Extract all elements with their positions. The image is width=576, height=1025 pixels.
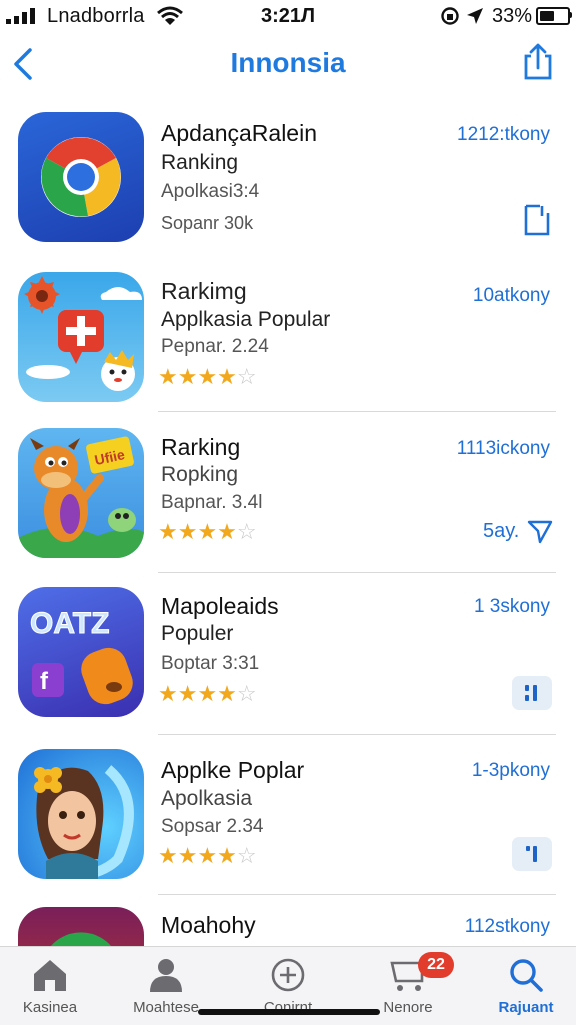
app-name: Moahohy [161, 912, 256, 938]
tab-label: Rajuant [498, 999, 554, 1016]
divider [158, 411, 556, 412]
game-app-icon[interactable] [18, 272, 144, 402]
app-name: Mapoleaids [161, 593, 279, 619]
tab-label: Kasinea [22, 999, 78, 1016]
location-icon [467, 8, 483, 24]
wifi-icon [157, 6, 183, 25]
divider [158, 734, 556, 735]
app-meta: Bapnar. 3.4l [161, 492, 263, 513]
divider [158, 894, 556, 895]
home-indicator[interactable] [198, 1009, 380, 1015]
browser-app-icon[interactable] [18, 907, 144, 946]
plus-circle-icon [271, 958, 305, 992]
app-category: Populer [161, 622, 234, 645]
grid-button[interactable] [512, 676, 552, 710]
star-rating: ★★★★☆ [158, 364, 257, 389]
list-item[interactable]: Moahohy 112stkony [0, 898, 576, 946]
grid-button[interactable] [512, 837, 552, 871]
search-icon [510, 959, 543, 992]
app-category: Apolkasia [161, 787, 253, 810]
app-meta: Boptar 3:31 [161, 653, 260, 674]
send-icon[interactable] [526, 518, 554, 544]
battery-icon [536, 7, 570, 25]
app-count: 1 3skony [473, 596, 550, 617]
game-app-icon[interactable] [18, 749, 144, 879]
app-meta-secondary: Sopanr 30k [161, 213, 254, 233]
star-rating: ★★★★☆ [158, 681, 257, 706]
navigation-bar: Innonsia [0, 34, 576, 94]
list-item[interactable]: Applke Poplar Apolkasia Sopsar 2.34 ★★★★… [0, 740, 576, 900]
game-app-icon[interactable]: Ufiie [18, 428, 144, 558]
carrier-name: Lnadborrla [47, 5, 145, 27]
signal-icon [6, 8, 35, 24]
app-count: 10atkony [472, 285, 550, 306]
share-icon[interactable] [520, 42, 556, 82]
action-label[interactable]: 5ay. [483, 520, 519, 543]
star-rating: ★★★★☆ [158, 843, 257, 868]
app-count: 1-3pkony [471, 760, 550, 781]
app-meta: Sopsar 2.34 [161, 816, 264, 837]
bookmark-icon[interactable] [522, 203, 552, 237]
app-count: 112stkony [464, 916, 550, 937]
battery-percent: 33% [492, 5, 533, 27]
divider [158, 256, 556, 257]
list-item[interactable]: Rarkimg Applkasia Popular Pepnar. 2.24 ★… [0, 260, 576, 420]
app-count: 1212:tkony [457, 124, 550, 145]
tab-home[interactable]: Kasinea [0, 947, 100, 1025]
notification-badge: 22 [418, 952, 454, 978]
app-name: Applke Poplar [161, 757, 305, 783]
person-icon [150, 959, 182, 992]
page-title: Innonsia [230, 47, 346, 78]
app-meta: Apolkasi3:4 [161, 181, 260, 202]
chrome-app-icon[interactable] [18, 112, 144, 242]
app-logo-letter: f [40, 668, 49, 695]
home-icon [34, 960, 66, 991]
divider [158, 572, 556, 573]
tab-search[interactable]: Rajuant [476, 947, 576, 1025]
game-app-icon[interactable]: OATZ f [18, 587, 144, 717]
list-item[interactable]: ApdançaRalein Ranking Apolkasi3:4 Sopanr… [0, 100, 576, 260]
app-category: Ropking [161, 463, 239, 486]
battery-tip [569, 12, 572, 18]
chevron-left-icon[interactable] [8, 44, 38, 84]
app-meta: Pepnar. 2.24 [161, 336, 269, 357]
app-category: Ranking [161, 151, 239, 174]
star-rating: ★★★★☆ [158, 519, 257, 544]
status-bar: Lnadborrla 3:21Л 33% [0, 0, 576, 34]
app-name: ApdançaRalein [161, 120, 318, 146]
app-name: Rarking [161, 434, 241, 460]
app-count: 1113ickony [456, 438, 550, 459]
orientation-lock-icon [441, 7, 459, 25]
app-category: Applkasia Popular [161, 308, 331, 331]
app-name: Rarkimg [161, 278, 247, 304]
list-item[interactable]: OATZ f Mapoleaids Populer Boptar 3:31 ★★… [0, 578, 576, 738]
app-logo-text: OATZ [30, 607, 109, 640]
list-item[interactable]: Ufiie Rarking Ropking Bapnar. 3.4l ★★★★☆… [0, 418, 576, 578]
